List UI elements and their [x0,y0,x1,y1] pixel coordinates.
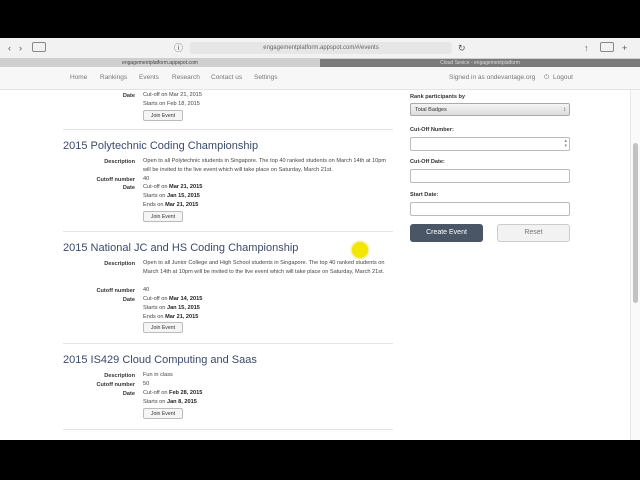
select-arrows-icon: ↕ [563,107,566,113]
tab-strip: engagementplatform.appspot.com Cloud Sev… [0,59,640,67]
reload-icon[interactable]: ↻ [458,42,466,54]
privacy-icon[interactable]: ⓘ [174,42,183,54]
forward-icon[interactable]: › [19,42,22,54]
back-icon[interactable]: ‹ [8,42,11,54]
browser-window: ‹ › ⓘ engagementplatform.appspot.com/#/e… [0,0,640,440]
letterbox-top [0,0,640,38]
create-event-button[interactable]: Create Event [410,224,483,242]
new-tab-icon[interactable]: + [622,42,627,54]
divider [63,429,393,430]
event-start-date: Starts on Feb 18, 2015 [143,101,200,107]
event-cutoff-date: Cut-off on Mar 21, 2015 [143,92,202,98]
event-cutoff-date: Cut-off on Mar 14, 2015 [143,296,203,302]
signed-in-text: Signed in as ondevantage.org [449,74,536,81]
start-date-input[interactable] [410,202,570,216]
scrollbar-thumb[interactable] [633,143,638,303]
nav-home[interactable]: Home [70,74,87,82]
cutoff-number-field-label: Cut-Off Number: [410,127,454,133]
join-event-button[interactable]: Join Event [143,211,183,222]
date-label: Date [122,93,135,99]
description-label: Description [104,261,135,267]
date-label: Date [122,185,135,191]
event-cutoff-number: 50 [143,381,150,387]
event-cutoff-date: Cut-off on Feb 28, 2015 [143,390,203,396]
cutoff-number-label: Cutoff number [96,288,135,294]
share-icon[interactable]: ↑ [584,42,589,54]
site-navbar: Home Rankings Events Research Contact us… [0,67,640,90]
description-label: Description [104,159,135,165]
start-date-field-label: Start Date: [410,192,439,198]
event-title[interactable]: 2015 National JC and HS Coding Champions… [63,241,298,255]
tab-cloud-service[interactable]: Cloud Sevice - engagementplatform [320,59,640,67]
cutoff-number-label: Cutoff number [96,177,135,183]
description-label: Description [104,373,135,379]
event-title[interactable]: 2015 Polytechnic Coding Championship [63,139,258,153]
reset-button[interactable]: Reset [497,224,570,242]
rank-label: Rank participants by [410,94,466,100]
date-label: Date [122,391,135,397]
divider [63,231,393,232]
cutoff-number-input[interactable]: ▴ ▾ [410,137,570,151]
nav-settings[interactable]: Settings [254,74,278,82]
event-start-date: Starts on Jan 15, 2015 [143,305,200,311]
nav-events[interactable]: Events [139,74,159,82]
divider [63,129,393,130]
spinner-icon[interactable]: ▴ ▾ [564,139,567,149]
sidebar-icon[interactable] [32,42,46,52]
divider [63,343,393,344]
tab-engagement[interactable]: engagementplatform.appspot.com [0,59,320,67]
cursor-highlight [352,242,368,258]
event-end-date: Ends on Mar 21, 2015 [143,314,199,320]
join-event-button[interactable]: Join Event [143,408,183,419]
date-label: Date [122,297,135,303]
nav-contact-us[interactable]: Contact us [211,74,242,82]
event-end-date: Ends on Mar 21, 2015 [143,202,199,208]
event-description: Fun in class [143,372,173,378]
join-event-button[interactable]: Join Event [143,322,183,333]
address-bar[interactable]: engagementplatform.appspot.com/#/events [190,42,452,54]
power-icon[interactable]: ⏻ [544,74,549,82]
rank-select-value: Total Badges [415,107,447,113]
cutoff-date-field-label: Cut-Off Date: [410,159,445,165]
join-event-button[interactable]: Join Event [143,110,183,121]
nav-rankings[interactable]: Rankings [100,74,127,82]
event-start-date: Starts on Jan 8, 2015 [143,399,197,405]
event-description: Open to all Polytechnic students in Sing… [143,158,387,173]
tabs-overview-icon[interactable] [600,42,614,52]
browser-toolbar: ‹ › ⓘ engagementplatform.appspot.com/#/e… [0,38,640,59]
event-description: Open to all Junior College and High Scho… [143,260,385,275]
rank-select[interactable]: Total Badges ↕ [410,103,570,116]
logout-link[interactable]: Logout [553,74,573,82]
cutoff-date-input[interactable] [410,169,570,183]
event-title[interactable]: 2015 IS429 Cloud Computing and Saas [63,353,257,367]
nav-research[interactable]: Research [172,74,200,82]
cutoff-number-label: Cutoff number [96,382,135,388]
event-cutoff-date: Cut-off on Mar 21, 2015 [143,184,203,190]
event-cutoff-number: 40 [143,287,150,293]
event-start-date: Starts on Jan 15, 2015 [143,193,200,199]
